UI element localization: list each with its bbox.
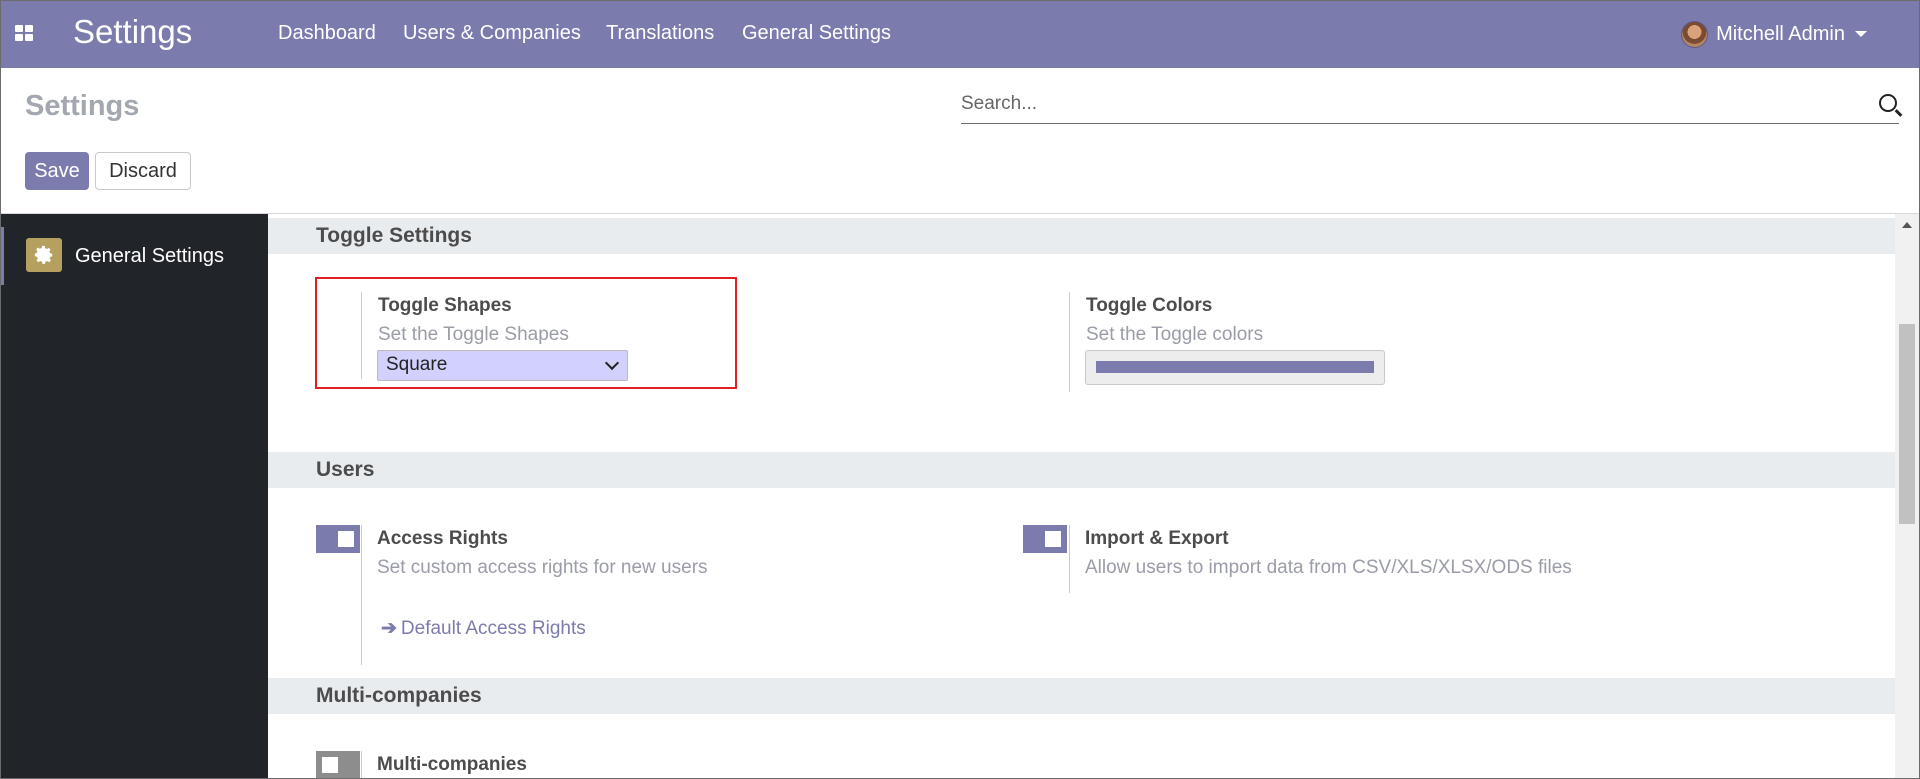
search-bar [961,88,1899,124]
link-label: Default Access Rights [400,618,586,639]
import-export-toggle[interactable] [1023,525,1067,553]
gear-icon [26,238,62,272]
setting-divider [361,751,362,778]
arrow-right-icon: ➔ [381,618,397,639]
import-export-desc: Allow users to import data from CSV/XLS/… [1085,557,1572,578]
nav-users-companies[interactable]: Users & Companies [403,22,581,45]
settings-content: Toggle Settings Toggle Shapes Set the To… [268,214,1895,778]
highlight-box [315,277,737,389]
sidebar-item-label: General Settings [75,245,224,267]
toggle-colors-title: Toggle Colors [1086,295,1213,316]
top-navbar: Settings Dashboard Users & Companies Tra… [1,1,1919,68]
access-rights-toggle[interactable] [316,525,360,553]
setting-divider [1069,525,1070,593]
sidebar-item-general-settings[interactable]: General Settings [1,227,271,285]
search-icon[interactable] [1879,94,1897,112]
apps-menu-icon[interactable] [15,25,33,41]
section-title: Toggle Settings [316,224,472,247]
nav-dashboard[interactable]: Dashboard [278,22,376,45]
section-header-multi-companies: Multi-companies [268,678,1895,714]
default-access-rights-link[interactable]: ➔ Default Access Rights [381,617,586,640]
section-title: Multi-companies [316,684,482,707]
multi-companies-toggle[interactable] [316,751,360,778]
scroll-up-icon[interactable] [1902,222,1912,228]
toggle-color-picker[interactable] [1085,350,1385,385]
app-brand[interactable]: Settings [73,13,192,51]
scrollbar[interactable] [1895,214,1919,778]
access-rights-title: Access Rights [377,528,508,549]
scroll-thumb[interactable] [1899,324,1915,524]
page-title: Settings [25,90,140,122]
user-menu[interactable]: Mitchell Admin [1681,20,1867,48]
section-header-toggle-settings: Toggle Settings [268,218,1895,254]
avatar [1681,20,1709,48]
app-window: Settings Dashboard Users & Companies Tra… [0,0,1920,779]
control-panel: Settings Save Discard [1,68,1919,214]
discard-button[interactable]: Discard [95,152,191,190]
settings-sidebar: General Settings [1,214,271,778]
nav-translations[interactable]: Translations [606,22,714,45]
user-name: Mitchell Admin [1716,22,1845,45]
section-title: Users [316,458,375,481]
section-header-users: Users [268,452,1895,488]
color-swatch [1096,361,1374,373]
caret-down-icon [1855,31,1867,37]
setting-divider [361,525,362,665]
import-export-title: Import & Export [1085,528,1229,549]
search-input[interactable] [961,88,1841,120]
toggle-colors-desc: Set the Toggle colors [1086,324,1264,345]
multi-companies-title: Multi-companies [377,754,527,775]
access-rights-desc: Set custom access rights for new users [377,557,708,578]
setting-divider [1069,292,1070,392]
save-button[interactable]: Save [25,152,89,190]
nav-general-settings[interactable]: General Settings [742,22,891,45]
